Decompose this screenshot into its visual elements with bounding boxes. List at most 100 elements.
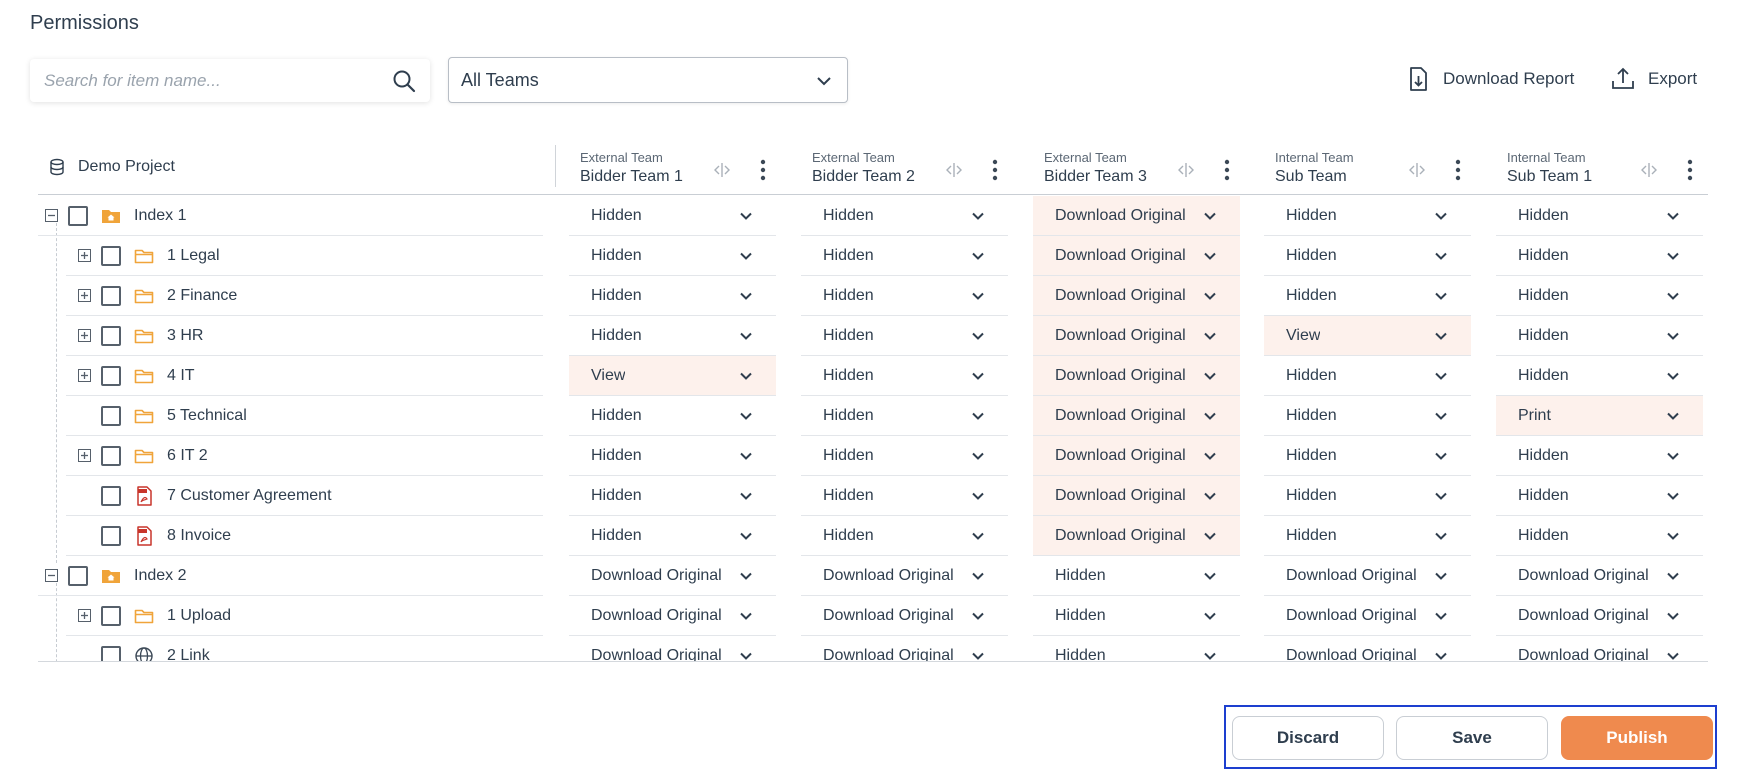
tree-node-label[interactable]: Index 1 — [134, 207, 186, 225]
tree-node-label[interactable]: 8 Invoice — [167, 527, 231, 545]
permission-select[interactable]: Download Original — [1496, 556, 1703, 596]
permission-select[interactable]: Download Original — [1033, 436, 1240, 476]
tree-node-label[interactable]: 2 Link — [167, 647, 210, 662]
team-filter-select[interactable]: All Teams — [448, 57, 848, 103]
permission-select[interactable]: Download Original — [1033, 356, 1240, 396]
permission-select[interactable]: Hidden — [1496, 516, 1703, 556]
permission-select[interactable]: Hidden — [569, 236, 776, 276]
permission-select[interactable]: Hidden — [1496, 476, 1703, 516]
permission-select[interactable]: Hidden — [1264, 436, 1471, 476]
permission-select[interactable]: Hidden — [801, 436, 1008, 476]
permission-select[interactable]: Download Original — [1033, 516, 1240, 556]
column-resize-icon[interactable] — [1640, 162, 1658, 178]
permission-select[interactable]: Hidden — [1033, 636, 1240, 662]
permission-select[interactable]: Download Original — [569, 556, 776, 596]
kebab-menu-icon[interactable] — [1686, 158, 1694, 182]
permission-select[interactable]: Hidden — [1496, 276, 1703, 316]
row-checkbox[interactable] — [101, 286, 121, 306]
permission-select[interactable]: Download Original — [801, 596, 1008, 636]
permission-select[interactable]: Download Original — [801, 636, 1008, 662]
tree-node-label[interactable]: 5 Technical — [167, 407, 247, 425]
permission-select[interactable]: Hidden — [569, 476, 776, 516]
row-checkbox[interactable] — [101, 526, 121, 546]
column-resize-icon[interactable] — [1177, 162, 1195, 178]
kebab-menu-icon[interactable] — [991, 158, 999, 182]
permission-select[interactable]: Download Original — [1496, 636, 1703, 662]
permission-select[interactable]: Hidden — [1264, 516, 1471, 556]
kebab-menu-icon[interactable] — [1223, 158, 1231, 182]
permission-select[interactable]: Hidden — [569, 276, 776, 316]
permission-select[interactable]: Hidden — [1264, 396, 1471, 436]
permission-select[interactable]: Hidden — [801, 236, 1008, 276]
permission-select[interactable]: Hidden — [569, 436, 776, 476]
row-checkbox[interactable] — [68, 206, 88, 226]
permission-select[interactable]: Download Original — [1033, 476, 1240, 516]
permission-select[interactable]: Download Original — [1033, 316, 1240, 356]
permission-select[interactable]: Print — [1496, 396, 1703, 436]
permission-select[interactable]: View — [1264, 316, 1471, 356]
permission-select[interactable]: Hidden — [1033, 556, 1240, 596]
permission-select[interactable]: Hidden — [801, 516, 1008, 556]
permission-select[interactable]: Hidden — [1264, 276, 1471, 316]
permission-select[interactable]: Hidden — [801, 196, 1008, 236]
tree-toggle-button[interactable] — [78, 329, 91, 342]
permission-select[interactable]: Download Original — [1033, 236, 1240, 276]
permission-select[interactable]: Hidden — [1264, 476, 1471, 516]
row-checkbox[interactable] — [101, 326, 121, 346]
tree-toggle-button[interactable] — [78, 289, 91, 302]
permission-select[interactable]: Hidden — [1033, 596, 1240, 636]
download-report-button[interactable]: Download Report — [1405, 66, 1574, 92]
permission-select[interactable]: Hidden — [801, 276, 1008, 316]
tree-node-label[interactable]: 3 HR — [167, 327, 203, 345]
tree-toggle-button[interactable] — [45, 209, 58, 222]
permission-select[interactable]: Hidden — [1496, 196, 1703, 236]
permission-select[interactable]: Hidden — [569, 396, 776, 436]
permission-select[interactable]: Hidden — [1496, 436, 1703, 476]
export-button[interactable]: Export — [1610, 66, 1697, 92]
permission-select[interactable]: Hidden — [1496, 236, 1703, 276]
search-input[interactable] — [30, 59, 370, 102]
discard-button[interactable]: Discard — [1232, 716, 1384, 760]
column-resize-icon[interactable] — [713, 162, 731, 178]
permission-select[interactable]: Download Original — [1496, 596, 1703, 636]
row-checkbox[interactable] — [101, 606, 121, 626]
permission-select[interactable]: Hidden — [569, 516, 776, 556]
save-button[interactable]: Save — [1396, 716, 1548, 760]
row-checkbox[interactable] — [101, 446, 121, 466]
permission-select[interactable]: Hidden — [1496, 356, 1703, 396]
row-checkbox[interactable] — [68, 566, 88, 586]
kebab-menu-icon[interactable] — [759, 158, 767, 182]
tree-toggle-button[interactable] — [78, 609, 91, 622]
permission-select[interactable]: Hidden — [1264, 236, 1471, 276]
tree-toggle-button[interactable] — [78, 449, 91, 462]
permission-select[interactable]: Download Original — [801, 556, 1008, 596]
tree-node-label[interactable]: 1 Upload — [167, 607, 231, 625]
permission-select[interactable]: Hidden — [801, 396, 1008, 436]
row-checkbox[interactable] — [101, 406, 121, 426]
permission-select[interactable]: Download Original — [1264, 556, 1471, 596]
permission-select[interactable]: Download Original — [1264, 636, 1471, 662]
permission-select[interactable]: Download Original — [569, 596, 776, 636]
row-checkbox[interactable] — [101, 646, 121, 662]
tree-node-label[interactable]: 1 Legal — [167, 247, 220, 265]
column-resize-icon[interactable] — [945, 162, 963, 178]
tree-node-label[interactable]: 4 IT — [167, 367, 195, 385]
permission-select[interactable]: Hidden — [801, 476, 1008, 516]
kebab-menu-icon[interactable] — [1454, 158, 1462, 182]
permission-select[interactable]: Download Original — [1264, 596, 1471, 636]
permission-select[interactable]: Download Original — [569, 636, 776, 662]
permission-select[interactable]: Hidden — [1264, 196, 1471, 236]
permission-select[interactable]: Hidden — [569, 196, 776, 236]
publish-button[interactable]: Publish — [1561, 716, 1713, 760]
tree-toggle-button[interactable] — [78, 249, 91, 262]
permission-select[interactable]: Download Original — [1033, 196, 1240, 236]
row-checkbox[interactable] — [101, 246, 121, 266]
permission-select[interactable]: Hidden — [569, 316, 776, 356]
tree-node-label[interactable]: 2 Finance — [167, 287, 237, 305]
tree-toggle-button[interactable] — [78, 369, 91, 382]
tree-node-label[interactable]: 7 Customer Agreement — [167, 487, 332, 505]
permission-select[interactable]: Hidden — [801, 316, 1008, 356]
permission-select[interactable]: Download Original — [1033, 396, 1240, 436]
permission-select[interactable]: Hidden — [1496, 316, 1703, 356]
tree-node-label[interactable]: 6 IT 2 — [167, 447, 208, 465]
